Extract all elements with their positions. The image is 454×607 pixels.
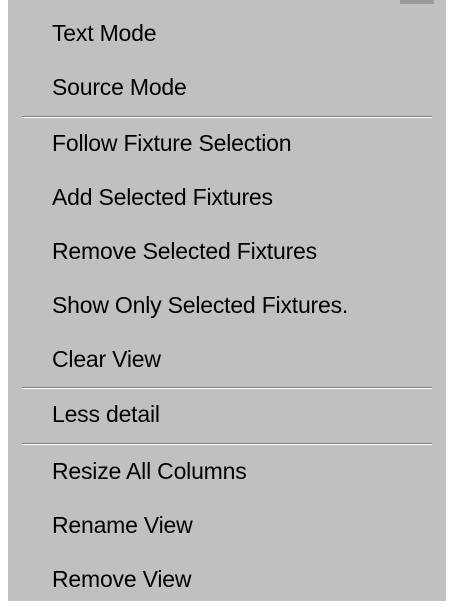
context-menu: Text Mode Source Mode Follow Fixture Sel… [0,0,454,607]
menu-edge-artifact [400,0,434,4]
menu-separator [22,387,432,389]
menu-separator [22,116,432,118]
menu-item-add-selected-fixtures[interactable]: Add Selected Fixtures [52,181,273,213]
menu-item-clear-view[interactable]: Clear View [52,343,161,375]
menu-item-remove-selected-fixtures[interactable]: Remove Selected Fixtures [52,235,317,267]
menu-item-show-only-selected-fixtures[interactable]: Show Only Selected Fixtures. [52,289,348,321]
menu-item-follow-fixture-selection[interactable]: Follow Fixture Selection [52,127,292,159]
menu-item-resize-all-columns[interactable]: Resize All Columns [52,455,247,487]
menu-item-rename-view[interactable]: Rename View [52,509,193,541]
menu-item-source-mode[interactable]: Source Mode [52,71,187,103]
menu-separator [22,443,432,445]
menu-item-remove-view[interactable]: Remove View [52,563,191,595]
menu-item-less-detail[interactable]: Less detail [52,398,160,430]
menu-item-text-mode[interactable]: Text Mode [52,17,157,49]
